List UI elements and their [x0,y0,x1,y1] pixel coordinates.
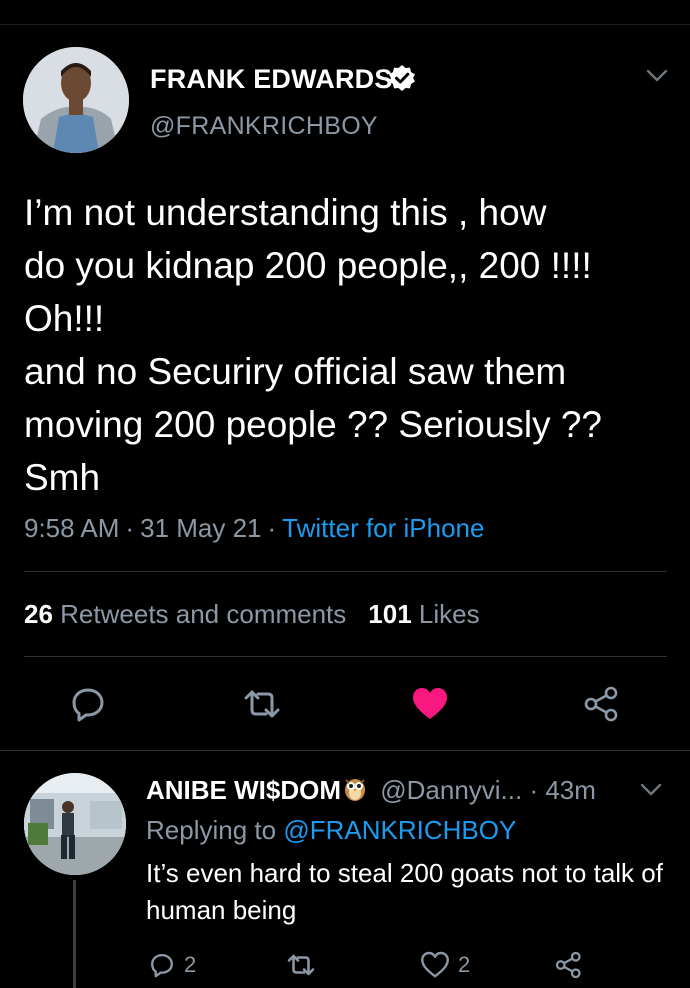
tweet-text: I’m not understanding this , how do you … [24,192,602,498]
reply-header: ANIBE WI$DOM @Dannyvi... · 43m [146,775,596,806]
reply-text: It’s even hard to steal 200 goats not to… [146,858,663,925]
verified-badge-icon [389,65,415,91]
meta-separator: · [125,513,135,543]
heart-icon [421,951,449,978]
retweets-count: 26 [24,599,53,629]
reply-button[interactable] [68,684,108,724]
share-icon [584,686,618,722]
share-icon [555,951,581,979]
tweet-meta: 9:58 AM · 31 May 21 · Twitter for iPhone [24,513,484,544]
tweet-source-link[interactable]: Twitter for iPhone [282,513,484,543]
divider [0,750,690,751]
like-button[interactable] [410,684,450,724]
reply-avatar[interactable] [24,773,126,875]
author-name[interactable]: FRANK EDWARDS [150,64,393,95]
reply-icon [151,954,173,978]
tweet-stats: 26 Retweets and comments 101 Likes [24,599,480,630]
reply-reply-count: 2 [184,952,197,977]
reply-retweet-button[interactable] [286,950,324,980]
author-avatar[interactable] [23,47,129,153]
replying-to: Replying to @FRANKRICHBOY [146,815,516,846]
retweet-button[interactable] [242,684,282,724]
thread-line [73,880,76,988]
retweets-label: Retweets and comments [60,599,347,629]
divider [24,571,667,572]
reply-icon [72,688,104,722]
heart-icon [413,688,447,719]
reply-author-handle[interactable]: @Dannyvi... [380,775,522,805]
retweets-stat[interactable]: 26 Retweets and comments [24,599,346,629]
share-button[interactable] [582,684,622,724]
reply-author-name[interactable]: ANIBE WI$DOM [146,775,341,805]
likes-count: 101 [368,599,412,629]
likes-stat[interactable]: 101 Likes [368,599,479,629]
replying-to-label: Replying to [146,815,277,845]
chevron-down-icon[interactable] [646,68,668,84]
likes-label: Likes [418,599,480,629]
divider [24,656,667,657]
reply-time[interactable]: · 43m [529,775,595,805]
tweet-date[interactable]: 31 May 21 [140,513,261,543]
meta-separator: · [267,513,277,543]
reply-like-count: 2 [458,952,471,977]
retweet-icon [287,954,315,976]
tweet-time[interactable]: 9:58 AM [24,513,119,543]
reply-reply-button[interactable]: 2 [148,950,196,980]
author-handle[interactable]: @FRANKRICHBOY [150,112,378,141]
top-divider [0,24,690,25]
owl-emoji-icon [345,779,365,801]
replying-to-mention[interactable]: @FRANKRICHBOY [283,815,516,845]
retweet-icon [244,690,280,718]
reply-share-button[interactable] [554,950,592,980]
reply-like-button[interactable]: 2 [420,950,470,980]
chevron-down-icon[interactable] [640,782,662,798]
